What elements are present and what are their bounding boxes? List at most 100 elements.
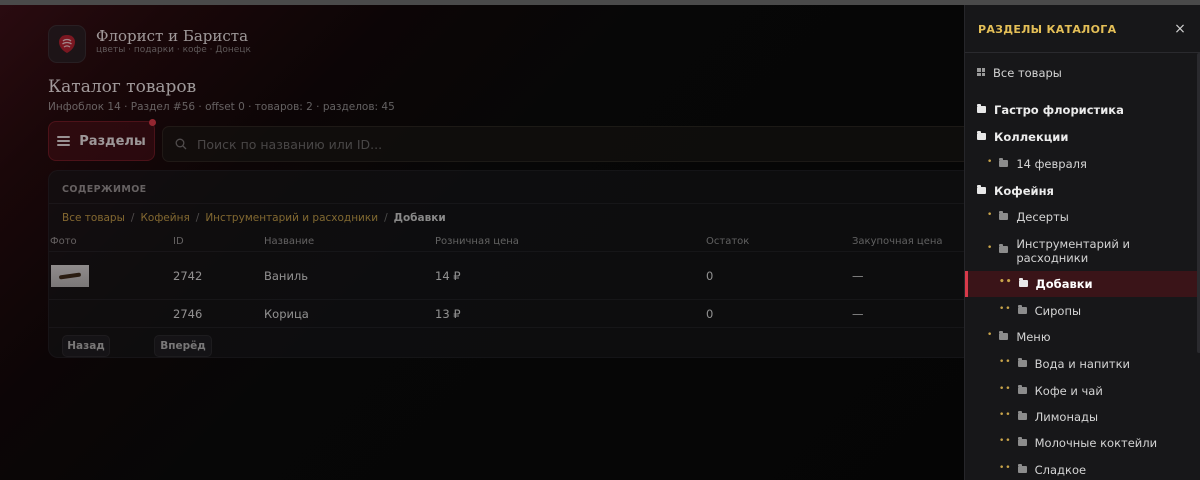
drawer-item-label: Гастро флористика xyxy=(994,103,1124,117)
column-header-stock: Остаток xyxy=(706,236,750,247)
tree-indent-dots: •• xyxy=(999,436,1012,446)
content-panel: СОДЕРЖИМОЕ Все товары / Кофейня / Инстру… xyxy=(48,170,965,358)
cell-name: Ваниль xyxy=(264,269,309,283)
drawer-item-collections[interactable]: Коллекции xyxy=(965,130,1200,150)
folder-icon xyxy=(1017,464,1027,473)
sections-button-label: Разделы xyxy=(79,133,146,149)
breadcrumb-current: Добавки xyxy=(393,212,446,224)
breadcrumb-item[interactable]: Все товары xyxy=(62,212,125,224)
column-header-name: Название xyxy=(264,236,315,247)
column-header-id: ID xyxy=(173,236,184,247)
cell-cost: — xyxy=(852,307,864,321)
column-header-photo: Фото xyxy=(50,236,77,247)
folder-icon xyxy=(1018,278,1028,287)
product-photo[interactable] xyxy=(51,265,89,287)
grid-icon xyxy=(977,68,985,76)
brand-title: Флорист и Бариста xyxy=(96,27,249,45)
drawer-item-additives[interactable]: •• Добавки xyxy=(965,271,1200,297)
drawer-item-label: Все товары xyxy=(993,66,1062,80)
sections-button[interactable]: Разделы xyxy=(48,119,156,161)
folder-icon xyxy=(1017,358,1027,367)
catalog-sections-drawer: РАЗДЕЛЫ КАТАЛОГА × Все товары Гастро фло… xyxy=(964,5,1200,480)
divider xyxy=(49,203,965,204)
drawer-item-gastro[interactable]: Гастро флористика xyxy=(965,103,1200,123)
drawer-item-coffee-tea[interactable]: •• Кофе и чай xyxy=(965,384,1200,404)
drawer-item-label: Вода и напитки xyxy=(1034,357,1131,371)
folder-icon xyxy=(977,185,986,194)
folder-icon xyxy=(1017,411,1027,420)
drawer-item-label: 14 февраля xyxy=(1016,157,1087,171)
panel-heading: СОДЕРЖИМОЕ xyxy=(62,184,147,195)
tree-indent-dots: •• xyxy=(999,277,1013,287)
drawer-item-label: Сиропы xyxy=(1034,304,1082,318)
cell-stock: 0 xyxy=(706,269,714,283)
search-icon xyxy=(175,138,187,150)
breadcrumb: Все товары / Кофейня / Инструментарий и … xyxy=(62,212,446,224)
table-row[interactable]: 2746 Корица 13 ₽ 0 — xyxy=(49,299,965,327)
drawer-item-feb14[interactable]: • 14 февраля xyxy=(965,157,1200,177)
drawer-item-label: Кофейня xyxy=(994,184,1054,198)
cell-price: 13 ₽ xyxy=(435,307,461,321)
drawer-item-milkshakes[interactable]: •• Молочные коктейли xyxy=(965,436,1200,456)
page-meta: Инфоблок 14 · Раздел #56 · offset 0 · то… xyxy=(48,101,395,113)
drawer-item-label: Молочные коктейли xyxy=(1034,436,1158,450)
tree-indent-dots: • xyxy=(987,243,994,253)
breadcrumb-separator: / xyxy=(130,212,135,224)
tree-indent-dots: •• xyxy=(999,463,1012,473)
next-page-button[interactable]: Вперёд xyxy=(154,335,212,357)
tree-indent-dots: •• xyxy=(999,410,1012,420)
tree-indent-dots: • xyxy=(987,157,994,167)
page-title: Каталог товаров xyxy=(48,77,197,97)
close-icon[interactable]: × xyxy=(1171,20,1189,38)
drawer-item-lemonades[interactable]: •• Лимонады xyxy=(965,410,1200,430)
tree-indent-dots: •• xyxy=(999,357,1012,367)
folder-icon xyxy=(1017,437,1027,446)
drawer-item-label: Меню xyxy=(1016,330,1051,344)
drawer-item-label: Десерты xyxy=(1016,210,1069,224)
drawer-item-syrups[interactable]: •• Сиропы xyxy=(965,304,1200,324)
folder-icon xyxy=(977,131,986,140)
folder-icon xyxy=(999,244,1009,253)
cell-price: 14 ₽ xyxy=(435,269,461,283)
breadcrumb-item[interactable]: Инструментарий и расходники xyxy=(205,212,378,224)
drawer-item-coffeeshop[interactable]: Кофейня xyxy=(965,184,1200,204)
menu-icon xyxy=(57,136,71,146)
breadcrumb-item[interactable]: Кофейня xyxy=(140,212,189,224)
drawer-item-all-products[interactable]: Все товары xyxy=(965,66,1200,86)
drawer-item-label: Лимонады xyxy=(1034,410,1099,424)
drawer-item-label: Добавки xyxy=(1035,277,1093,291)
cell-stock: 0 xyxy=(706,307,714,321)
tree-indent-dots: •• xyxy=(999,384,1012,394)
folder-icon xyxy=(1017,385,1027,394)
drawer-item-label: Кофе и чай xyxy=(1034,384,1103,398)
tree-indent-dots: • xyxy=(987,210,994,220)
drawer-item-label: Инструментарий и расходники xyxy=(1016,237,1130,265)
cell-id: 2742 xyxy=(173,269,203,283)
notification-dot xyxy=(149,119,156,126)
cell-id: 2746 xyxy=(173,307,203,321)
tree-indent-dots: •• xyxy=(999,304,1012,314)
main-content: Флорист и Бариста цветы · подарки · кофе… xyxy=(0,5,965,480)
table-header: Фото ID Название Розничная цена Остаток … xyxy=(49,231,965,251)
column-header-cost: Закупочная цена xyxy=(852,236,943,247)
drawer-item-water[interactable]: •• Вода и напитки xyxy=(965,357,1200,377)
brand-subtitle: цветы · подарки · кофе · Донецк xyxy=(96,45,251,55)
folder-icon xyxy=(977,104,986,113)
cell-cost: — xyxy=(852,269,864,283)
breadcrumb-separator: / xyxy=(384,212,388,224)
rose-icon[interactable] xyxy=(48,25,86,63)
search-bar[interactable] xyxy=(162,126,964,162)
table-row[interactable]: 2742 Ваниль 14 ₽ 0 — xyxy=(49,251,965,299)
folder-icon xyxy=(999,331,1009,340)
drawer-item-label: Коллекции xyxy=(994,130,1069,144)
drawer-title: РАЗДЕЛЫ КАТАЛОГА xyxy=(978,23,1117,36)
search-input[interactable] xyxy=(197,136,897,152)
drawer-item-sweets[interactable]: •• Сладкое xyxy=(965,463,1200,480)
cell-name: Корица xyxy=(264,307,309,321)
breadcrumb-separator: / xyxy=(195,212,200,224)
prev-page-button[interactable]: Назад xyxy=(62,335,110,357)
drawer-item-desserts[interactable]: • Десерты xyxy=(965,210,1200,230)
column-header-price: Розничная цена xyxy=(435,236,519,247)
drawer-item-menu[interactable]: • Меню xyxy=(965,330,1200,350)
drawer-item-tools[interactable]: • Инструментарий и расходники xyxy=(965,237,1165,271)
